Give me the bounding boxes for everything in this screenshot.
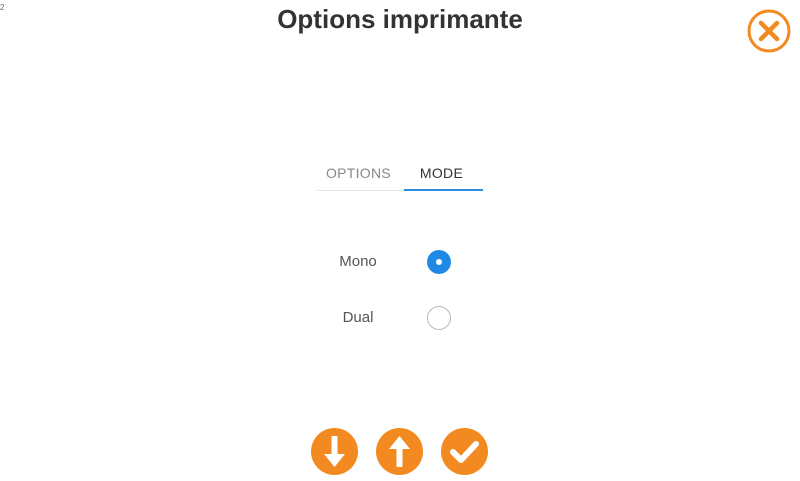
tab-mode[interactable]: MODE — [400, 160, 483, 191]
arrow-up-icon — [376, 428, 423, 475]
tab-bar: OPTIONS MODE — [317, 160, 483, 191]
dual-label: Dual — [342, 309, 374, 326]
mode-option-dual: Dual — [320, 306, 460, 332]
page-title: Options imprimante — [277, 4, 523, 34]
close-icon — [747, 9, 791, 53]
move-up-button[interactable] — [376, 428, 423, 475]
tab-options[interactable]: OPTIONS — [317, 160, 400, 190]
arrow-down-icon — [311, 428, 358, 475]
confirm-button[interactable] — [441, 428, 488, 475]
mono-label: Mono — [339, 253, 377, 270]
close-button[interactable] — [747, 9, 791, 53]
mono-radio[interactable] — [427, 250, 451, 274]
checkmark-icon — [441, 428, 488, 475]
printer-options-screen: 2 Options imprimante OPTIONS MODE Mono D… — [0, 0, 800, 481]
move-down-button[interactable] — [311, 428, 358, 475]
mode-option-mono: Mono — [320, 250, 460, 276]
dual-radio[interactable] — [427, 306, 451, 330]
